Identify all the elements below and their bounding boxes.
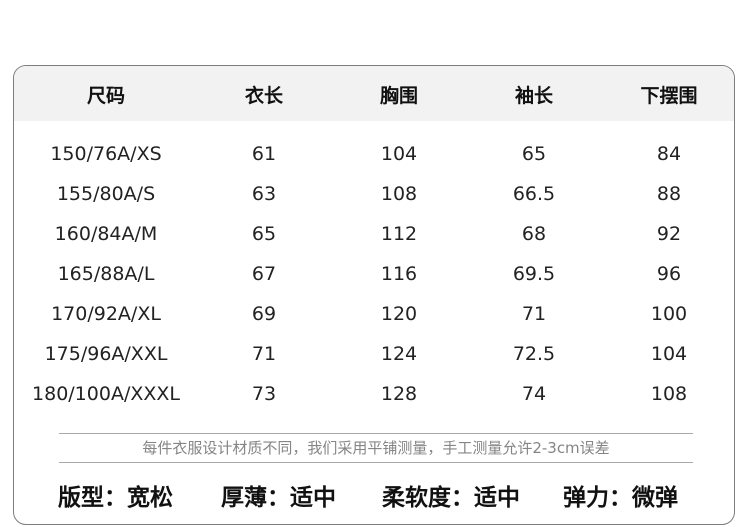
cell-length: 67 bbox=[251, 263, 277, 285]
spec-elasticity: 弹力：微弹 bbox=[563, 485, 678, 511]
cell-length: 65 bbox=[251, 223, 277, 245]
cell-chest: 120 bbox=[380, 303, 418, 325]
cell-sleeve: 65 bbox=[521, 143, 547, 165]
cell-size: 155/80A/S bbox=[56, 183, 156, 205]
cell-sleeve: 66.5 bbox=[512, 183, 556, 205]
cell-hem: 108 bbox=[650, 383, 688, 405]
header-hem: 下摆围 bbox=[640, 85, 698, 107]
cell-chest: 108 bbox=[380, 183, 418, 205]
cell-hem: 84 bbox=[656, 143, 682, 165]
cell-length: 73 bbox=[251, 383, 277, 405]
cell-size: 160/84A/M bbox=[54, 223, 158, 245]
cell-chest: 116 bbox=[380, 263, 418, 285]
cell-chest: 104 bbox=[380, 143, 418, 165]
table-header: 尺码 衣长 胸围 袖长 下摆围 bbox=[14, 66, 734, 121]
cell-length: 63 bbox=[251, 183, 277, 205]
cell-hem: 104 bbox=[650, 343, 688, 365]
header-chest: 胸围 bbox=[379, 85, 419, 107]
cell-length: 71 bbox=[251, 343, 277, 365]
cell-hem: 88 bbox=[656, 183, 682, 205]
cell-sleeve: 74 bbox=[521, 383, 547, 405]
cell-size: 150/76A/XS bbox=[50, 143, 162, 165]
spec-bar: 版型：宽松 厚薄：适中 柔软度：适中 弹力：微弹 bbox=[14, 478, 734, 514]
cell-length: 61 bbox=[251, 143, 277, 165]
spec-softness: 柔软度：适中 bbox=[382, 485, 520, 511]
cell-size: 175/96A/XXL bbox=[44, 343, 168, 365]
cell-hem: 96 bbox=[656, 263, 682, 285]
cell-sleeve: 68 bbox=[521, 223, 547, 245]
cell-chest: 112 bbox=[380, 223, 418, 245]
cell-sleeve: 71 bbox=[521, 303, 547, 325]
cell-size: 180/100A/XXXL bbox=[32, 383, 180, 405]
cell-length: 69 bbox=[251, 303, 277, 325]
cell-chest: 128 bbox=[380, 383, 418, 405]
size-chart-card: 尺码 衣长 胸围 袖长 下摆围 150/76A/XS 61 104 65 84 … bbox=[13, 65, 735, 525]
cell-size: 165/88A/L bbox=[57, 263, 155, 285]
measurement-note: 每件衣服设计材质不同，我们采用平铺测量，手工测量允许2-3cm误差 bbox=[59, 433, 693, 463]
cell-size: 170/92A/XL bbox=[51, 303, 161, 325]
cell-hem: 100 bbox=[650, 303, 688, 325]
cell-sleeve: 69.5 bbox=[512, 263, 556, 285]
spec-thickness: 厚薄：适中 bbox=[221, 485, 336, 511]
header-size: 尺码 bbox=[86, 85, 126, 107]
cell-hem: 92 bbox=[656, 223, 682, 245]
cell-chest: 124 bbox=[380, 343, 418, 365]
cell-sleeve: 72.5 bbox=[512, 343, 556, 365]
spec-fit: 版型：宽松 bbox=[58, 485, 173, 511]
header-length: 衣长 bbox=[244, 85, 284, 107]
header-sleeve: 袖长 bbox=[514, 85, 554, 107]
